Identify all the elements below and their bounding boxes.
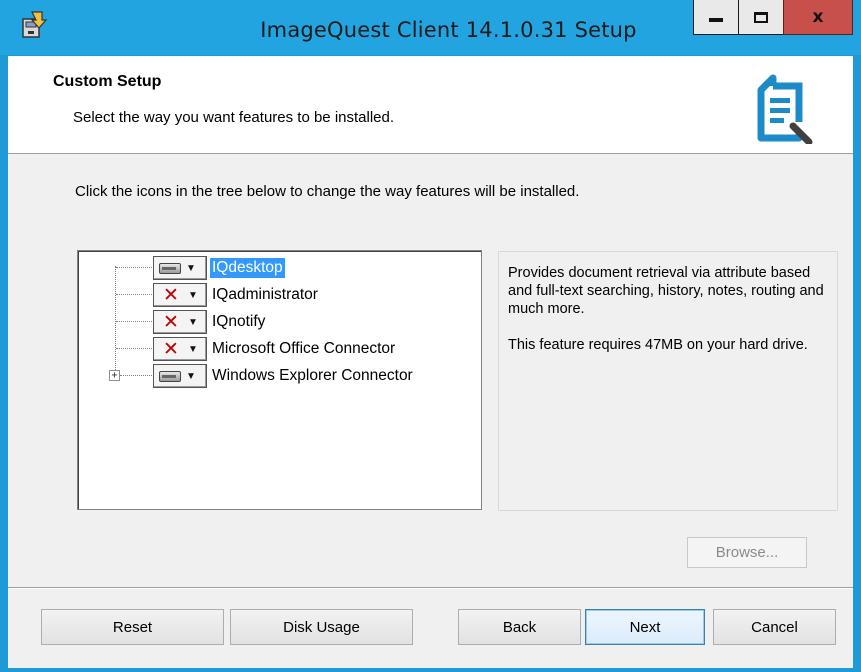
chevron-down-icon: ▼ [188, 316, 198, 328]
feature-state-dropdown[interactable]: ✕ ▼ [153, 337, 207, 361]
page-subtitle: Select the way you want features to be i… [73, 109, 395, 126]
hard-drive-icon [159, 370, 181, 382]
close-button[interactable]: x [783, 0, 853, 35]
tree-item-iqdesktop[interactable]: ▼ IQdesktop [78, 254, 478, 281]
title-bar[interactable]: ImageQuest Client 14.1.0.31 Setup x [0, 0, 861, 55]
feature-label[interactable]: IQnotify [210, 312, 267, 332]
tree-branch-line [116, 267, 156, 268]
disk-usage-button[interactable]: Disk Usage [230, 609, 413, 645]
back-button[interactable]: Back [458, 609, 581, 645]
feature-state-dropdown[interactable]: ▼ [153, 256, 207, 280]
tree-branch-line [116, 294, 156, 295]
chevron-down-icon: ▼ [188, 343, 198, 355]
chevron-down-icon: ▼ [186, 370, 196, 382]
feature-label[interactable]: IQadministrator [210, 285, 320, 305]
footer-divider [8, 587, 853, 589]
minimize-button[interactable] [693, 0, 739, 35]
setup-window: ImageQuest Client 14.1.0.31 Setup x Cust… [0, 0, 861, 672]
tree-branch-line [120, 375, 156, 376]
maximize-button[interactable] [738, 0, 784, 35]
page-title: Custom Setup [53, 73, 162, 90]
header-banner: Custom Setup Select the way you want fea… [8, 56, 853, 154]
tree-branch-line [116, 321, 156, 322]
red-x-icon: ✕ [163, 338, 179, 360]
tree-item-iqnotify[interactable]: ✕ ▼ IQnotify [78, 308, 478, 335]
imagequest-logo-icon [757, 74, 813, 144]
reset-button[interactable]: Reset [41, 609, 224, 645]
browse-button[interactable]: Browse... [687, 537, 807, 568]
cancel-button[interactable]: Cancel [713, 609, 836, 645]
feature-state-dropdown[interactable]: ✕ ▼ [153, 310, 207, 334]
minimize-icon [709, 18, 723, 22]
feature-state-dropdown[interactable]: ▼ [153, 364, 207, 388]
red-x-icon: ✕ [163, 284, 179, 306]
feature-size-requirement: This feature requires 47MB on your hard … [508, 337, 808, 353]
feature-state-dropdown[interactable]: ✕ ▼ [153, 283, 207, 307]
red-x-icon: ✕ [163, 311, 179, 333]
feature-tree[interactable]: ▼ IQdesktop ✕ ▼ IQadministrator ✕ ▼ IQno… [77, 250, 482, 510]
maximize-icon [754, 11, 768, 23]
feature-label[interactable]: IQdesktop [210, 258, 285, 278]
tree-item-windows-explorer-connector[interactable]: + ▼ Windows Explorer Connector [78, 362, 478, 389]
feature-description: Provides document retrieval via attribut… [508, 265, 824, 317]
tree-instruction: Click the icons in the tree below to cha… [75, 183, 580, 200]
tree-item-iqadministrator[interactable]: ✕ ▼ IQadministrator [78, 281, 478, 308]
hard-drive-icon [159, 262, 181, 274]
expand-icon[interactable]: + [109, 370, 120, 381]
feature-label[interactable]: Microsoft Office Connector [210, 339, 397, 359]
chevron-down-icon: ▼ [186, 262, 196, 274]
next-button[interactable]: Next [585, 609, 705, 645]
feature-description-panel: Provides document retrieval via attribut… [498, 251, 838, 511]
chevron-down-icon: ▼ [188, 289, 198, 301]
feature-label[interactable]: Windows Explorer Connector [210, 366, 415, 386]
dialog-body: Custom Setup Select the way you want fea… [8, 56, 853, 668]
tree-branch-line [116, 348, 156, 349]
close-icon: x [812, 7, 824, 27]
tree-item-microsoft-office-connector[interactable]: ✕ ▼ Microsoft Office Connector [78, 335, 478, 362]
